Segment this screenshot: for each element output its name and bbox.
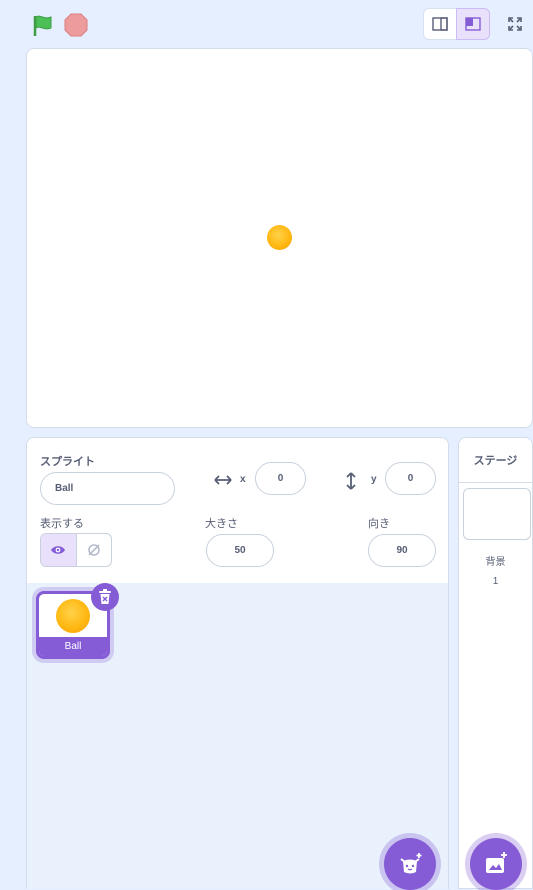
y-label: y — [371, 474, 377, 485]
trash-icon — [99, 589, 111, 604]
choose-sprite-icon — [400, 853, 422, 874]
fullscreen-button[interactable] — [498, 8, 532, 40]
stage-selector-panel[interactable]: ステージ 背景 1 — [458, 437, 533, 889]
stage-size-toggle — [423, 8, 490, 40]
choose-backdrop-icon — [486, 852, 507, 873]
hide-button[interactable] — [77, 534, 112, 566]
normal-stage-button[interactable] — [456, 8, 490, 40]
x-input[interactable]: 0 — [255, 462, 306, 495]
arrow-up-down-icon — [344, 471, 358, 496]
size-label: 大きさ — [205, 518, 238, 530]
arrow-left-right-icon — [213, 473, 233, 492]
normal-stage-icon — [465, 17, 481, 31]
small-stage-button[interactable] — [423, 8, 457, 40]
ball-thumbnail — [56, 599, 90, 633]
show-button[interactable] — [41, 534, 77, 566]
small-stage-icon — [432, 17, 448, 31]
sprite-label: スプライト — [40, 456, 95, 468]
eye-icon — [51, 546, 66, 554]
fullscreen-icon — [508, 17, 522, 31]
show-label: 表示する — [40, 518, 84, 530]
sprite-name-input[interactable]: Ball — [40, 472, 175, 505]
choose-backdrop-button[interactable] — [470, 838, 522, 890]
stage-canvas[interactable] — [26, 48, 533, 428]
direction-label: 向き — [368, 518, 390, 530]
ball-sprite[interactable] — [267, 225, 292, 250]
sprite-info-panel: スプライト Ball x 0 y 0 表示する 大きさ 50 向き 90 — [26, 437, 449, 583]
sprite-tile-name: Ball — [39, 637, 107, 656]
green-flag-icon[interactable] — [31, 13, 55, 37]
eye-off-icon — [87, 544, 100, 556]
y-input[interactable]: 0 — [385, 462, 436, 495]
stop-icon[interactable] — [64, 13, 88, 37]
stage-panel-title: ステージ — [459, 438, 532, 483]
size-input[interactable]: 50 — [206, 534, 274, 567]
x-label: x — [240, 474, 246, 485]
backdrops-count: 1 — [492, 576, 499, 587]
choose-sprite-button[interactable] — [384, 838, 436, 890]
backdrops-label: 背景 — [485, 557, 506, 568]
delete-sprite-button[interactable] — [91, 583, 119, 611]
stage-thumbnail[interactable] — [463, 488, 531, 540]
direction-input[interactable]: 90 — [368, 534, 436, 567]
visibility-toggle — [40, 533, 112, 567]
